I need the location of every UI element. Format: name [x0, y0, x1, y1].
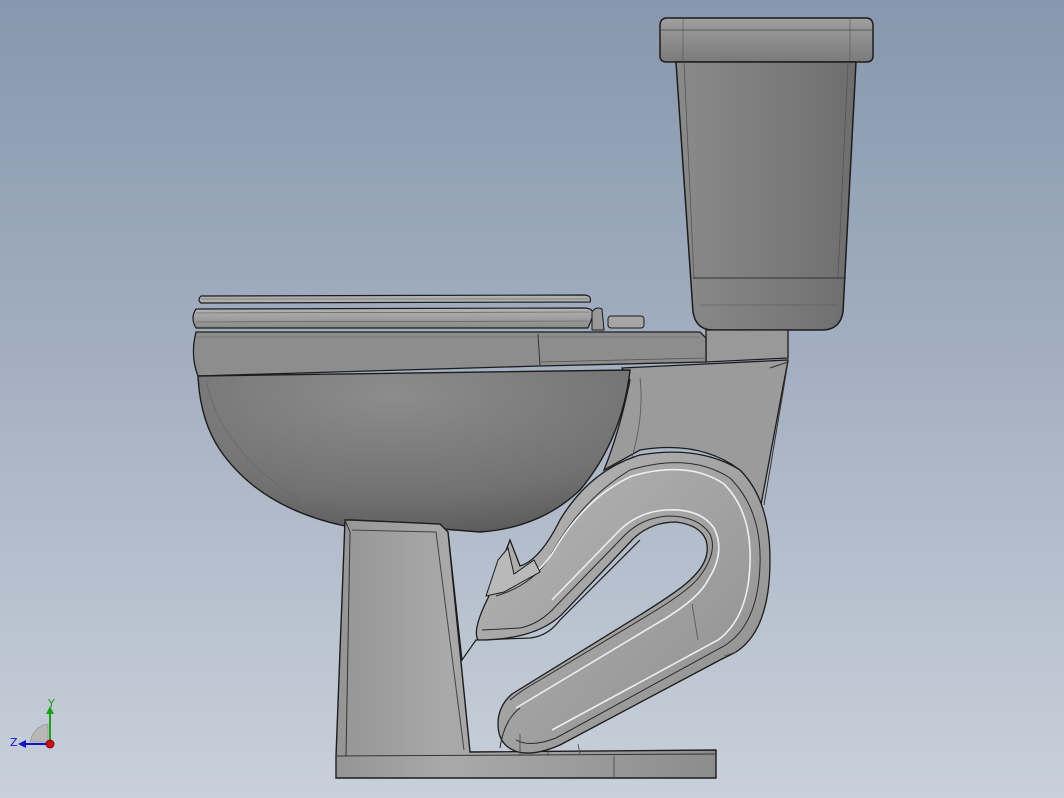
tank[interactable]: [659, 17, 874, 331]
orientation-triad[interactable]: Y Z: [8, 698, 70, 758]
seat-assembly[interactable]: [192, 294, 645, 331]
tank-lid[interactable]: [659, 17, 874, 63]
triad-origin-shadow: [29, 723, 49, 743]
toilet-model[interactable]: [0, 0, 1064, 798]
x-axis-marker: [45, 739, 55, 749]
hinge-bolt-cap[interactable]: [607, 315, 645, 329]
z-axis-arrow: [18, 740, 26, 748]
tank-body[interactable]: [675, 61, 857, 331]
seat-hinge[interactable]: [591, 307, 605, 331]
z-axis-label: Z: [10, 736, 18, 749]
cad-graphics-viewport[interactable]: Y Z: [0, 0, 1064, 798]
toilet-seat[interactable]: [192, 307, 594, 329]
bowl[interactable]: [197, 369, 631, 533]
y-axis-label: Y: [47, 698, 55, 710]
